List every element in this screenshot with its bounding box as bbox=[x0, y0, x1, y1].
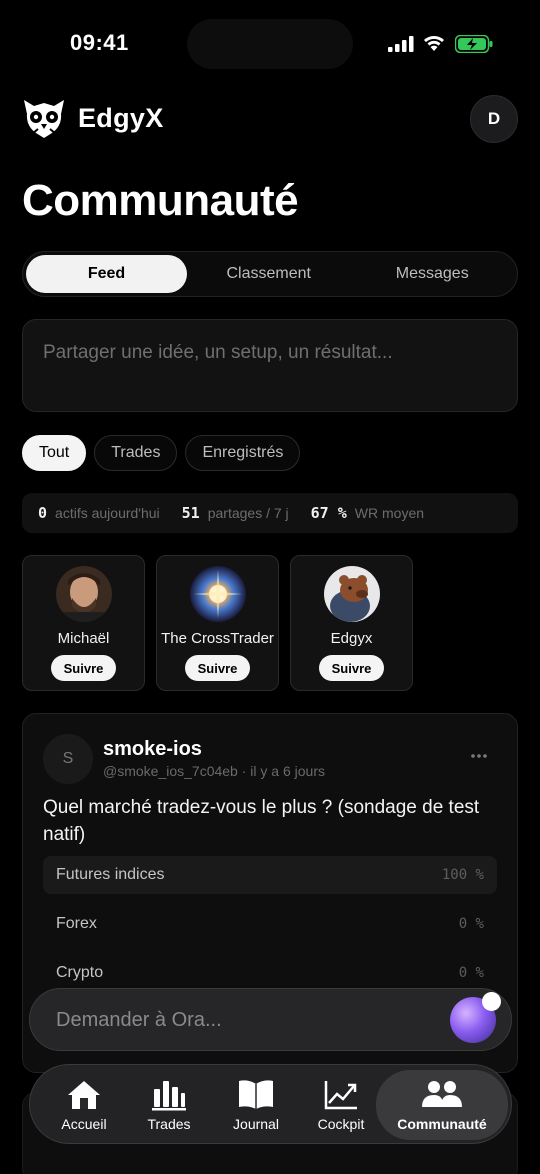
profile-avatar-button[interactable]: D bbox=[470, 95, 518, 143]
poll-option-label: Forex bbox=[56, 915, 97, 932]
stat-label: actifs aujourd'hui bbox=[55, 505, 160, 521]
poll-option-percent: 100 % bbox=[441, 867, 484, 883]
post-text: Quel marché tradez-vous le plus ? (sonda… bbox=[43, 797, 480, 845]
ora-status-dot bbox=[482, 992, 501, 1011]
follow-button[interactable]: Suivre bbox=[184, 655, 251, 681]
segmented-tabs: Feed Classement Messages bbox=[22, 251, 518, 297]
nav-tab-label: Cockpit bbox=[317, 1115, 365, 1132]
poll-option[interactable]: Forex 0 % bbox=[43, 905, 497, 943]
more-options-icon[interactable] bbox=[469, 746, 489, 766]
nav-tab-cockpit[interactable]: Cockpit bbox=[306, 1070, 376, 1140]
suggested-user-card[interactable]: The CrossTrader Suivre bbox=[156, 555, 279, 691]
community-stats: 0 actifs aujourd'hui 51 partages / 7 j 6… bbox=[22, 493, 518, 533]
home-icon bbox=[68, 1080, 100, 1109]
stat-label: WR moyen bbox=[354, 505, 425, 521]
filter-chip-tout[interactable]: Tout bbox=[22, 435, 87, 471]
filter-chips: Tout Trades Enregistrés bbox=[22, 435, 301, 471]
post-author-avatar[interactable]: S bbox=[43, 734, 93, 784]
ask-ora-placeholder: Demander à Ora... bbox=[56, 1009, 222, 1031]
nav-tab-trades[interactable]: Trades bbox=[134, 1070, 204, 1140]
suggested-user-name: The CrossTrader bbox=[161, 630, 274, 647]
tab-messages[interactable]: Messages bbox=[351, 255, 515, 293]
filter-chip-trades[interactable]: Trades bbox=[94, 435, 178, 471]
users-icon bbox=[422, 1080, 462, 1107]
poll-option-percent: 0 % bbox=[458, 916, 484, 932]
tab-classement[interactable]: Classement bbox=[187, 255, 351, 293]
suggested-user-name: Edgyx bbox=[330, 630, 373, 647]
nav-tab-journal[interactable]: Journal bbox=[220, 1070, 292, 1140]
poll-option-label: Futures indices bbox=[56, 866, 165, 883]
owl-logo-icon bbox=[24, 100, 64, 138]
post-meta: @smoke_ios_7c04eb · il y a 6 jours bbox=[103, 763, 325, 779]
ask-ora-input[interactable]: Demander à Ora... bbox=[29, 988, 512, 1051]
stat-active-today: 0 actifs aujourd'hui bbox=[38, 504, 160, 522]
status-time: 09:41 bbox=[70, 30, 129, 55]
user-avatar bbox=[189, 566, 246, 622]
wifi-icon bbox=[424, 36, 444, 51]
battery-charging-icon bbox=[455, 35, 493, 53]
dynamic-island bbox=[187, 19, 353, 69]
status-bar: 09:41 bbox=[0, 0, 540, 90]
poll-option-percent: 0 % bbox=[458, 965, 484, 981]
suggested-user-card[interactable]: Edgyx Suivre bbox=[290, 555, 413, 691]
stat-value: 0 bbox=[38, 504, 48, 522]
line-chart-icon bbox=[324, 1080, 357, 1109]
bottom-tab-bar: Accueil Trades Journal Cockpit Communaut… bbox=[29, 1064, 512, 1144]
book-icon bbox=[239, 1079, 273, 1109]
brand[interactable]: EdgyX bbox=[22, 96, 164, 140]
stat-shares-week: 51 partages / 7 j bbox=[182, 504, 289, 522]
user-avatar bbox=[55, 566, 112, 622]
suggested-user-name: Michaël bbox=[57, 630, 110, 647]
tab-feed[interactable]: Feed bbox=[26, 255, 187, 293]
nav-tab-label: Accueil bbox=[61, 1115, 107, 1132]
brand-name: EdgyX bbox=[78, 102, 164, 133]
post-composer-input[interactable]: Partager une idée, un setup, un résultat… bbox=[22, 319, 518, 412]
poll-option-label: Crypto bbox=[56, 964, 104, 981]
stat-value: 67 % bbox=[310, 504, 347, 522]
page-title: Communauté bbox=[22, 176, 299, 225]
follow-button[interactable]: Suivre bbox=[50, 655, 117, 681]
stat-value: 51 bbox=[181, 504, 200, 522]
bar-chart-icon bbox=[152, 1080, 186, 1110]
cellular-signal-icon bbox=[388, 36, 414, 52]
user-avatar bbox=[323, 566, 380, 622]
nav-tab-label: Trades bbox=[147, 1115, 191, 1132]
nav-tab-accueil[interactable]: Accueil bbox=[48, 1070, 120, 1140]
nav-tab-label: Communauté bbox=[397, 1115, 487, 1132]
nav-tab-label: Journal bbox=[233, 1115, 279, 1132]
stat-avg-winrate: 67 % WR moyen bbox=[311, 504, 424, 522]
poll-option[interactable]: Crypto 0 % bbox=[43, 954, 497, 992]
post-author-name[interactable]: smoke-ios bbox=[103, 738, 202, 761]
stat-label: partages / 7 j bbox=[207, 505, 289, 521]
filter-chip-enregistres[interactable]: Enregistrés bbox=[185, 435, 301, 471]
nav-tab-communaute[interactable]: Communauté bbox=[376, 1070, 508, 1140]
poll-option[interactable]: Futures indices 100 % bbox=[43, 856, 497, 894]
follow-button[interactable]: Suivre bbox=[318, 655, 385, 681]
suggested-user-card[interactable]: Michaël Suivre bbox=[22, 555, 145, 691]
